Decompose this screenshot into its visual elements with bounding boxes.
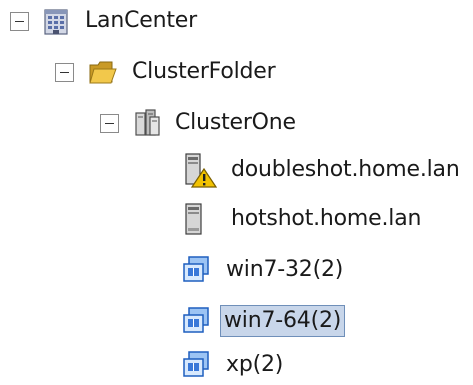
vm-template-icon	[180, 349, 212, 381]
tree-label[interactable]: xp(2)	[222, 349, 287, 381]
vm-template-icon	[180, 254, 212, 286]
tree-label[interactable]: doubleshot.home.lan	[227, 154, 464, 186]
vm-template-icon	[180, 305, 212, 337]
datacenter-icon	[43, 6, 69, 36]
tree-label[interactable]: ClusterFolder	[128, 56, 279, 88]
tree-node-vm[interactable]: xp(2)	[180, 345, 287, 385]
tree-label[interactable]: LanCenter	[81, 5, 201, 37]
folder-icon	[88, 57, 118, 87]
tree-node-host[interactable]: hotshot.home.lan	[183, 199, 425, 239]
tree-label[interactable]: hotshot.home.lan	[227, 203, 425, 235]
host-icon	[183, 202, 217, 236]
tree-node-clusterfolder[interactable]: ClusterFolder	[55, 52, 279, 92]
inventory-tree: LanCenter ClusterFolder ClusterOne doubl…	[0, 0, 473, 385]
tree-node-clusterone[interactable]: ClusterOne	[100, 103, 300, 143]
tree-node-vm[interactable]: win7-64(2)	[180, 301, 346, 341]
collapse-toggle-icon[interactable]	[55, 62, 74, 82]
tree-label[interactable]: win7-32(2)	[222, 254, 347, 286]
collapse-toggle-icon[interactable]	[100, 113, 119, 133]
tree-node-lancenter[interactable]: LanCenter	[10, 1, 201, 41]
cluster-icon	[133, 108, 161, 138]
tree-node-vm[interactable]: win7-32(2)	[180, 250, 347, 290]
tree-label[interactable]: ClusterOne	[171, 107, 300, 139]
host-warning-icon	[183, 152, 218, 188]
tree-node-host[interactable]: doubleshot.home.lan	[183, 150, 464, 190]
tree-label-selected[interactable]: win7-64(2)	[220, 305, 346, 337]
collapse-toggle-icon[interactable]	[10, 11, 29, 31]
